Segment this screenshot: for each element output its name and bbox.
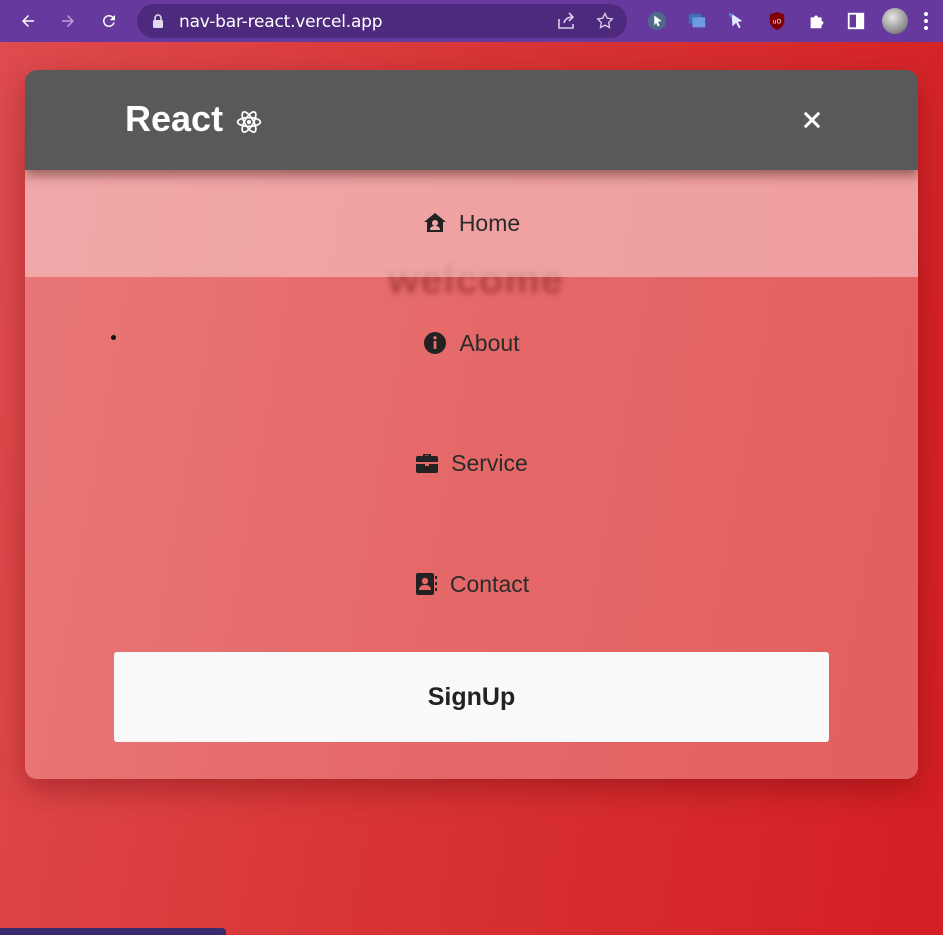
mobile-nav-menu: React welcome Home About Service Contact… bbox=[25, 70, 918, 779]
close-icon bbox=[804, 112, 820, 128]
svg-text:uO: uO bbox=[772, 19, 781, 26]
extension-pointer-icon[interactable] bbox=[726, 10, 748, 32]
info-circle-icon bbox=[424, 332, 447, 354]
profile-avatar[interactable] bbox=[882, 8, 908, 34]
browser-menu-icon[interactable] bbox=[924, 12, 930, 30]
navbar-header: React bbox=[25, 70, 918, 170]
extension-windows-icon[interactable] bbox=[686, 10, 708, 32]
share-icon[interactable] bbox=[556, 12, 576, 30]
address-book-icon bbox=[415, 573, 437, 595]
forward-arrow-icon bbox=[62, 15, 74, 27]
brand-text: React bbox=[125, 98, 224, 139]
menu-item-label: Home bbox=[458, 209, 521, 236]
side-panel-icon[interactable] bbox=[845, 10, 867, 32]
browser-toolbar: nav-bar-react.vercel.app uO bbox=[0, 0, 943, 42]
menu-item-about[interactable]: About bbox=[25, 323, 918, 363]
status-strip bbox=[0, 928, 226, 935]
menu-item-service[interactable]: Service bbox=[25, 443, 918, 483]
extension-cursor-icon[interactable] bbox=[646, 10, 668, 32]
extensions-puzzle-icon[interactable] bbox=[806, 10, 828, 32]
menu-item-home[interactable]: Home bbox=[25, 203, 918, 243]
menu-item-label: Service bbox=[451, 449, 528, 476]
back-arrow-icon bbox=[22, 15, 34, 27]
bookmark-star-icon[interactable] bbox=[595, 11, 615, 31]
lock-icon bbox=[153, 14, 163, 28]
home-user-icon bbox=[423, 213, 446, 232]
menu-item-label: About bbox=[459, 329, 520, 356]
brand-logo[interactable]: React bbox=[125, 98, 262, 140]
close-menu-button[interactable] bbox=[798, 106, 826, 134]
reload-icon bbox=[103, 14, 115, 27]
ublock-icon[interactable]: uO bbox=[766, 10, 788, 32]
url-text: nav-bar-react.vercel.app bbox=[179, 12, 383, 32]
menu-item-label: Contact bbox=[449, 570, 530, 597]
react-atom-icon bbox=[236, 111, 262, 133]
forward-button[interactable] bbox=[55, 8, 81, 34]
briefcase-icon bbox=[416, 454, 439, 473]
back-button[interactable] bbox=[15, 8, 41, 34]
signup-button[interactable]: SignUp bbox=[114, 652, 829, 742]
reload-button[interactable] bbox=[96, 8, 122, 34]
address-bar[interactable]: nav-bar-react.vercel.app bbox=[137, 4, 627, 38]
menu-item-contact[interactable]: Contact bbox=[25, 564, 918, 604]
